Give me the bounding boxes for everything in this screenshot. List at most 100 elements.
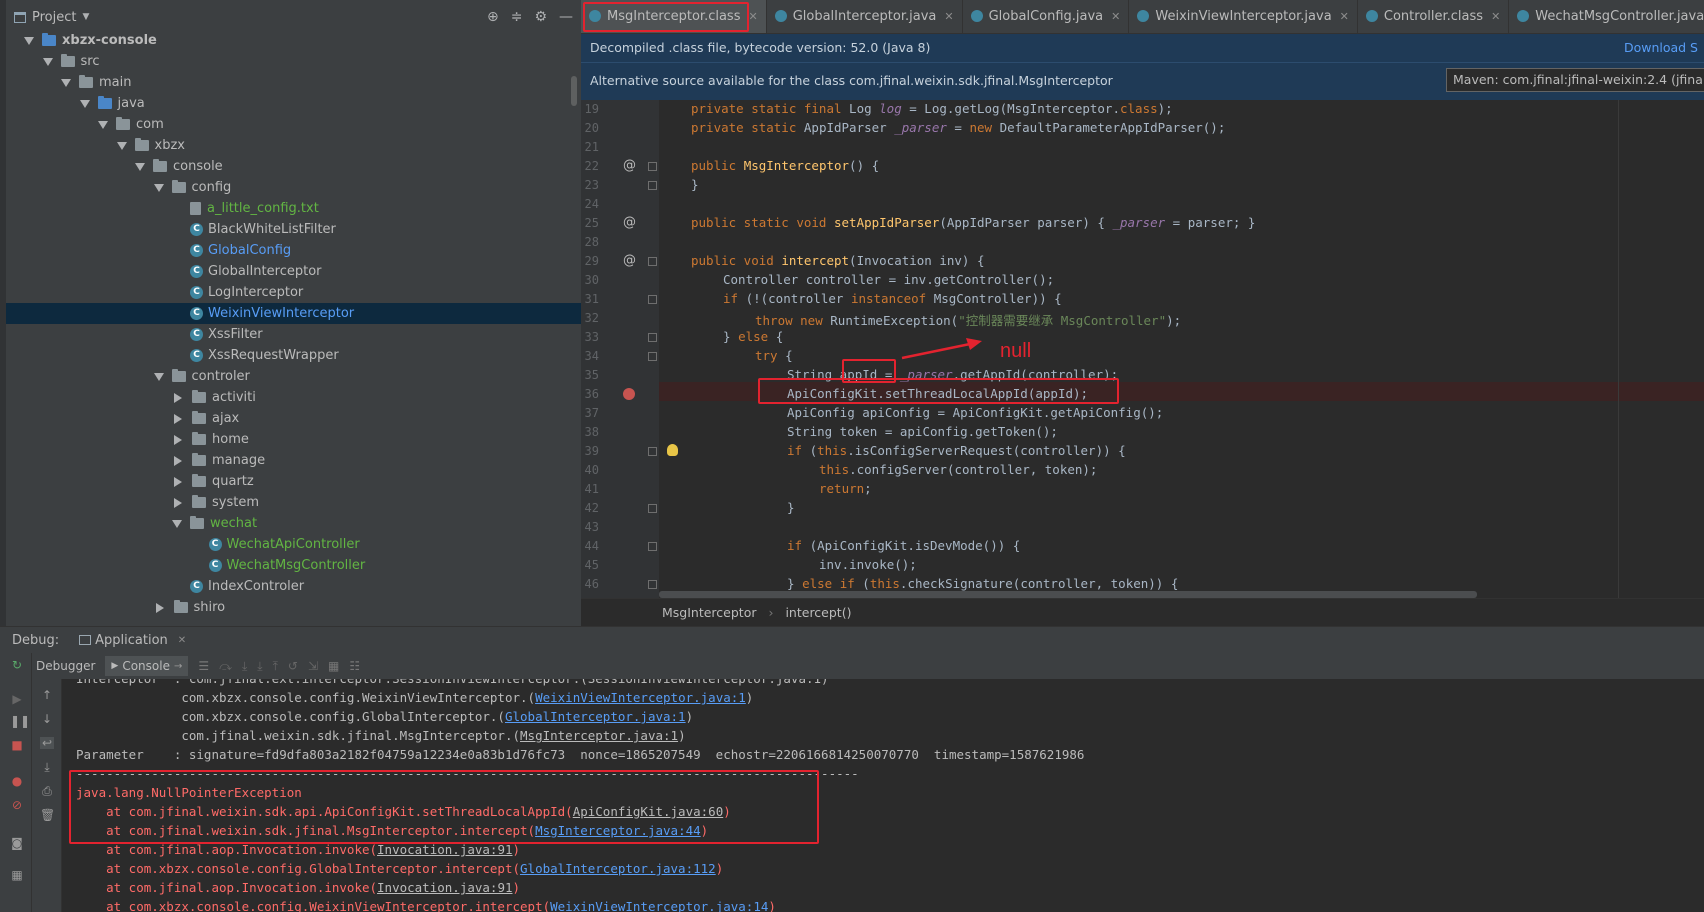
- expand-closed-icon[interactable]: [174, 455, 182, 466]
- source-link[interactable]: WeixinViewInterceptor.java:1: [535, 690, 746, 705]
- fold-marker-icon[interactable]: [648, 162, 657, 171]
- tree-item[interactable]: xbzx: [116, 135, 185, 156]
- editor-horizontal-scrollbar[interactable]: [659, 591, 1477, 598]
- layout-settings-icon[interactable]: ▦: [10, 869, 24, 881]
- tree-item[interactable]: C WechatMsgController: [208, 555, 365, 576]
- expand-open-icon[interactable]: [79, 99, 90, 108]
- resume-icon[interactable]: ▶: [10, 693, 24, 705]
- tree-scrollbar[interactable]: [571, 76, 577, 106]
- expand-open-icon[interactable]: [153, 372, 164, 381]
- tree-item[interactable]: system: [172, 492, 259, 513]
- tree-item[interactable]: console: [135, 156, 223, 177]
- arrow-down-icon[interactable]: ↓: [40, 713, 54, 725]
- expand-closed-icon[interactable]: [174, 497, 182, 508]
- tree-item[interactable]: main: [61, 72, 131, 93]
- close-tab-icon[interactable]: ✕: [1491, 10, 1500, 23]
- trace-icon[interactable]: ☷: [349, 659, 360, 673]
- tree-item[interactable]: C BlackWhiteListFilter: [190, 219, 336, 240]
- tree-item[interactable]: a_little_config.txt: [190, 198, 319, 219]
- gear-icon[interactable]: ⚙: [534, 9, 547, 25]
- tree-item[interactable]: C WeixinViewInterceptor: [190, 303, 354, 324]
- tab-console[interactable]: ▶ Console →: [105, 656, 189, 676]
- lightbulb-icon[interactable]: [667, 444, 678, 456]
- breakpoint-icon[interactable]: [623, 388, 635, 400]
- expand-open-icon[interactable]: [116, 141, 127, 150]
- close-icon[interactable]: ✕: [178, 635, 186, 646]
- tree-item[interactable]: src: [42, 51, 99, 72]
- scroll-to-end-icon[interactable]: ⤓: [40, 761, 54, 773]
- close-tab-icon[interactable]: ✕: [748, 10, 757, 23]
- tree-item[interactable]: C XssFilter: [190, 324, 263, 345]
- download-sources-link[interactable]: Download S: [1624, 34, 1698, 62]
- maven-source-select[interactable]: Maven: com.jfinal:jfinal-weixin:2.4 (jfi…: [1446, 68, 1704, 92]
- rerun-icon[interactable]: ↻: [10, 659, 24, 671]
- drop-frame-icon[interactable]: ↺: [288, 659, 298, 673]
- step-over-icon[interactable]: ⤼: [219, 659, 232, 674]
- stop-icon[interactable]: ■: [10, 739, 24, 751]
- tree-item[interactable]: shiro: [154, 597, 225, 618]
- source-link[interactable]: MsgInterceptor.java:1: [520, 728, 678, 743]
- tree-item[interactable]: C XssRequestWrapper: [190, 345, 339, 366]
- source-link[interactable]: WeixinViewInterceptor.java:14: [550, 899, 768, 912]
- expand-open-icon[interactable]: [153, 183, 164, 192]
- camera-icon[interactable]: ◙: [10, 837, 24, 849]
- override-marker-icon[interactable]: @: [623, 215, 636, 230]
- fold-marker-icon[interactable]: [648, 257, 657, 266]
- fold-marker-icon[interactable]: [648, 352, 657, 361]
- editor-tab[interactable]: GlobalInterceptor.java ✕: [767, 0, 963, 33]
- code-editor[interactable]: [659, 100, 1704, 598]
- close-tab-icon[interactable]: ✕: [1340, 10, 1349, 23]
- minimize-icon[interactable]: —: [559, 9, 573, 25]
- tree-item[interactable]: java: [79, 93, 145, 114]
- step-out-icon[interactable]: ⤒: [273, 659, 278, 674]
- expand-open-icon[interactable]: [24, 36, 34, 45]
- project-view-icon[interactable]: [14, 11, 26, 23]
- fold-marker-icon[interactable]: [648, 504, 657, 513]
- expand-open-icon[interactable]: [42, 57, 53, 66]
- expand-closed-icon[interactable]: [174, 476, 182, 487]
- fold-marker-icon[interactable]: [648, 333, 657, 342]
- tree-item[interactable]: C LogInterceptor: [190, 282, 303, 303]
- collapse-all-icon[interactable]: ≑: [511, 9, 523, 25]
- source-link[interactable]: Invocation.java:91: [377, 880, 512, 895]
- close-tab-icon[interactable]: ✕: [1111, 10, 1120, 23]
- tree-item[interactable]: xbzx-console: [24, 30, 157, 51]
- expand-closed-icon[interactable]: [155, 602, 164, 613]
- tree-item[interactable]: config: [153, 177, 231, 198]
- expand-closed-icon[interactable]: [174, 434, 182, 445]
- arrow-up-icon[interactable]: ↑: [40, 689, 54, 701]
- mute-breakpoints-icon[interactable]: ⊘: [10, 799, 24, 811]
- print-icon[interactable]: ⎙: [40, 785, 54, 797]
- tree-item[interactable]: quartz: [172, 471, 254, 492]
- run-to-cursor-icon[interactable]: ⇲: [308, 659, 318, 673]
- editor-tab[interactable]: GlobalConfig.java ✕: [963, 0, 1130, 33]
- soft-wrap-icon[interactable]: ↩: [40, 737, 54, 749]
- override-marker-icon[interactable]: @: [623, 158, 636, 173]
- fold-marker-icon[interactable]: [648, 542, 657, 551]
- breadcrumb-method[interactable]: intercept(): [785, 605, 851, 620]
- chevron-down-icon[interactable]: ▼: [82, 12, 89, 22]
- expand-closed-icon[interactable]: [174, 413, 182, 424]
- fold-marker-icon[interactable]: [648, 580, 657, 589]
- expand-open-icon[interactable]: [135, 162, 145, 171]
- tree-item[interactable]: com: [98, 114, 164, 135]
- project-panel-title[interactable]: Project: [32, 10, 76, 25]
- step-into-icon[interactable]: ⤓: [242, 659, 247, 674]
- clear-all-icon[interactable]: 🗑: [40, 809, 55, 821]
- evaluate-icon[interactable]: ▦: [328, 659, 339, 673]
- locate-icon[interactable]: ⊕: [487, 9, 499, 25]
- expand-open-icon[interactable]: [98, 120, 108, 129]
- tree-item[interactable]: C GlobalInterceptor: [190, 261, 322, 282]
- fold-marker-icon[interactable]: [648, 181, 657, 190]
- tab-debugger[interactable]: Debugger: [36, 659, 95, 673]
- close-tab-icon[interactable]: ✕: [944, 10, 953, 23]
- source-link[interactable]: GlobalInterceptor.java:112: [520, 861, 716, 876]
- layout-icon[interactable]: ☰: [198, 659, 209, 673]
- expand-closed-icon[interactable]: [174, 392, 182, 403]
- tree-item[interactable]: home: [172, 429, 249, 450]
- tree-item[interactable]: ajax: [172, 408, 239, 429]
- tree-item[interactable]: C IndexControler: [190, 576, 304, 597]
- pause-icon[interactable]: ❚❚: [10, 715, 30, 727]
- tree-item[interactable]: C WechatApiController: [208, 534, 360, 555]
- fold-marker-icon[interactable]: [648, 447, 657, 456]
